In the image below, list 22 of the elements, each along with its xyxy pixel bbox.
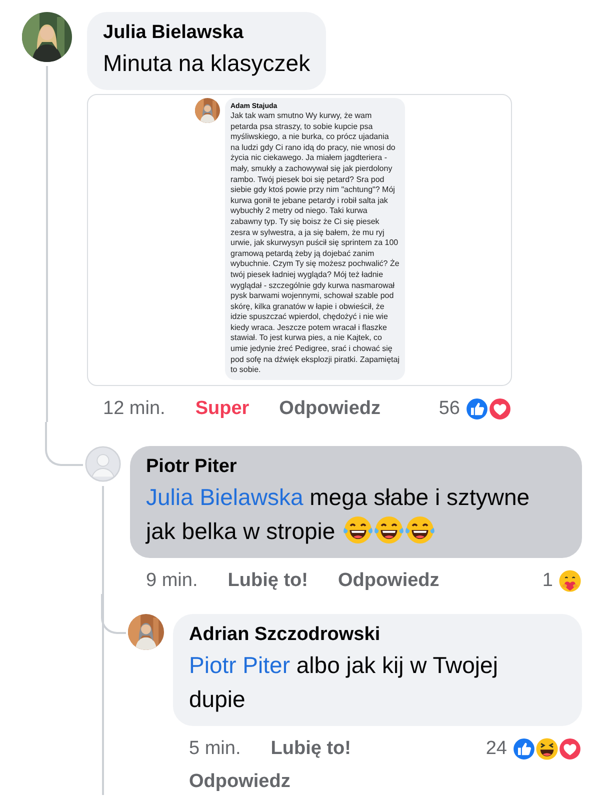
reaction-button[interactable]: Lubię to! — [270, 736, 351, 762]
reply-button[interactable]: Odpowiedz — [189, 769, 290, 795]
mention-link[interactable]: Piotr Piter — [189, 652, 290, 678]
author-name[interactable]: Piotr Piter — [146, 454, 566, 480]
timestamp: 9 min. — [146, 569, 198, 593]
timestamp: 12 min. — [103, 397, 166, 421]
reaction-count: 1 — [542, 569, 553, 593]
reaction-count: 56 — [438, 397, 460, 421]
reaction-count: 24 — [486, 737, 507, 761]
mention-link[interactable]: Julia Bielawska — [146, 484, 304, 510]
comment-text: Minuta na klasyczek — [103, 49, 310, 78]
author-name[interactable]: Adrian Szczodrowski — [189, 622, 566, 648]
comment-text: Piotr Piter albo jak kij w Twojej dupie — [189, 651, 499, 714]
comment-text: Jak tak wam smutno Wy kurwy, że wam petarda psa straszy, to sobie kupcie psa myśliwskiego, a nie burka, co prócz ujadania na ludzi gdy Ci rano idą do pracy, nie wnosi do życia nic ciekawego. Ja miałem jagdteriera - mały, smukły a zachowywał się jak pierdolony rambo. Twój piesek boi się petard? Sra pod siebie gdy ktoś powie przy nim "achtung"? Mój kurwa gonił te jebane petardy i robił salta jak wybuchły 2 metry od niego. Taki kurwa zabawny typ. Ty się boisz że Ci się piesek zesra w sylwestra, a ja się bałem, że mu ryj urwie, jak skurwysyn puścił się sprintem za 100 gramową petardą żeby ją dojebać zanim wybuchnie. Czym Ty się możesz pochwalić? Że twój piesek ładniej wygląda? Mój też ładnie wyglądał - szczególnie gdy kurwa nasmarował pysk barwami wojennymi, schował szable pod skórę, kilka granatów w łapie i obwieścił, że idzie spuszczać wpierdol, chędożyć i nie wie kiedy wraca. Jeszcze potem wracał i flaszke stawiał. To jest kurwa pies, a nie Kajtek, co umie jedynie żreć Pedigree, srać i chować się pod sofę na dźwięk eksplozji piratki. Zapamiętaj to sobie. — [230, 111, 400, 376]
reaction-button[interactable]: Super — [195, 396, 250, 422]
comment-text: Julia Bielawska mega słabe i sztywne jak belka w stropie — [146, 483, 531, 547]
timestamp: 5 min. — [189, 737, 241, 761]
reply-button[interactable]: Odpowiedz — [338, 568, 440, 594]
reply-button[interactable]: Odpowiedz — [279, 396, 380, 422]
reaction-button[interactable]: Lubię to! — [228, 568, 308, 594]
author-name[interactable]: Julia Bielawska — [103, 20, 310, 46]
image-card[interactable] — [87, 94, 512, 386]
